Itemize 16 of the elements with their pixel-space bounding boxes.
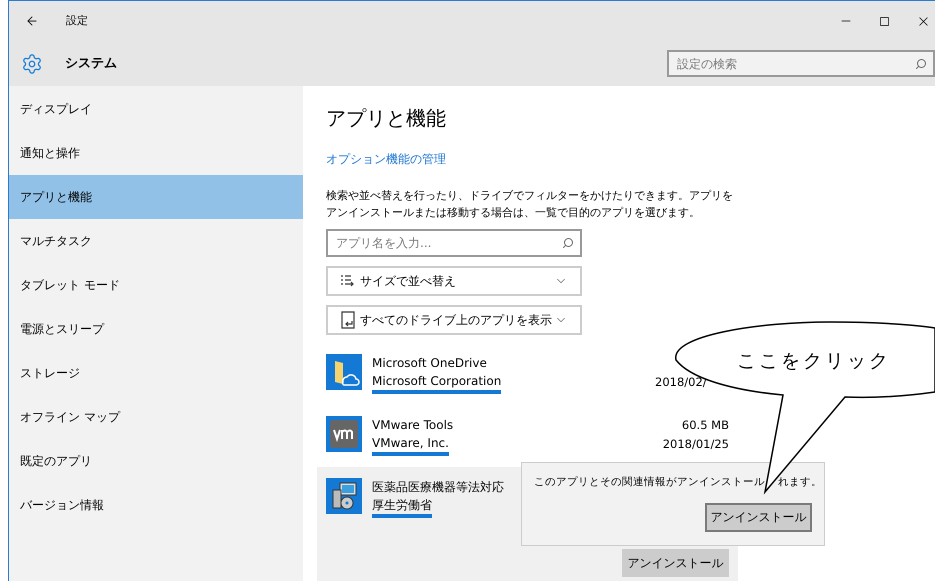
- page-title: システム: [65, 54, 117, 73]
- window-title: 設定: [66, 12, 88, 29]
- app-name: VMware Tools: [372, 417, 454, 434]
- app-size: 60.5 MB: [682, 417, 729, 434]
- section-heading: アプリと機能: [326, 105, 447, 132]
- app-publisher: Microsoft Corporation: [372, 373, 502, 394]
- dialog-message: このアプリとその関連情報がアンインストール: [534, 475, 765, 490]
- callout-text: ここをクリック: [737, 349, 891, 374]
- app-publisher: VMware, Inc.: [372, 435, 449, 456]
- app-publisher: 厚生労働省: [372, 497, 432, 518]
- app-date: 2018/01/25: [662, 436, 729, 453]
- app-name: 医薬品医療機器等法対応: [372, 479, 504, 496]
- app-name: Microsoft OneDrive: [372, 355, 488, 372]
- dialog-message-end: れます。: [778, 475, 822, 490]
- description-text: 検索や並べ替えを行ったり、ドライブでフィルターをかけたりできます。アプリをアンインストールまたは移動する場合は、一覧で目的のアプリを選びます。: [326, 188, 734, 221]
- app-date: 2018/02/: [655, 374, 707, 391]
